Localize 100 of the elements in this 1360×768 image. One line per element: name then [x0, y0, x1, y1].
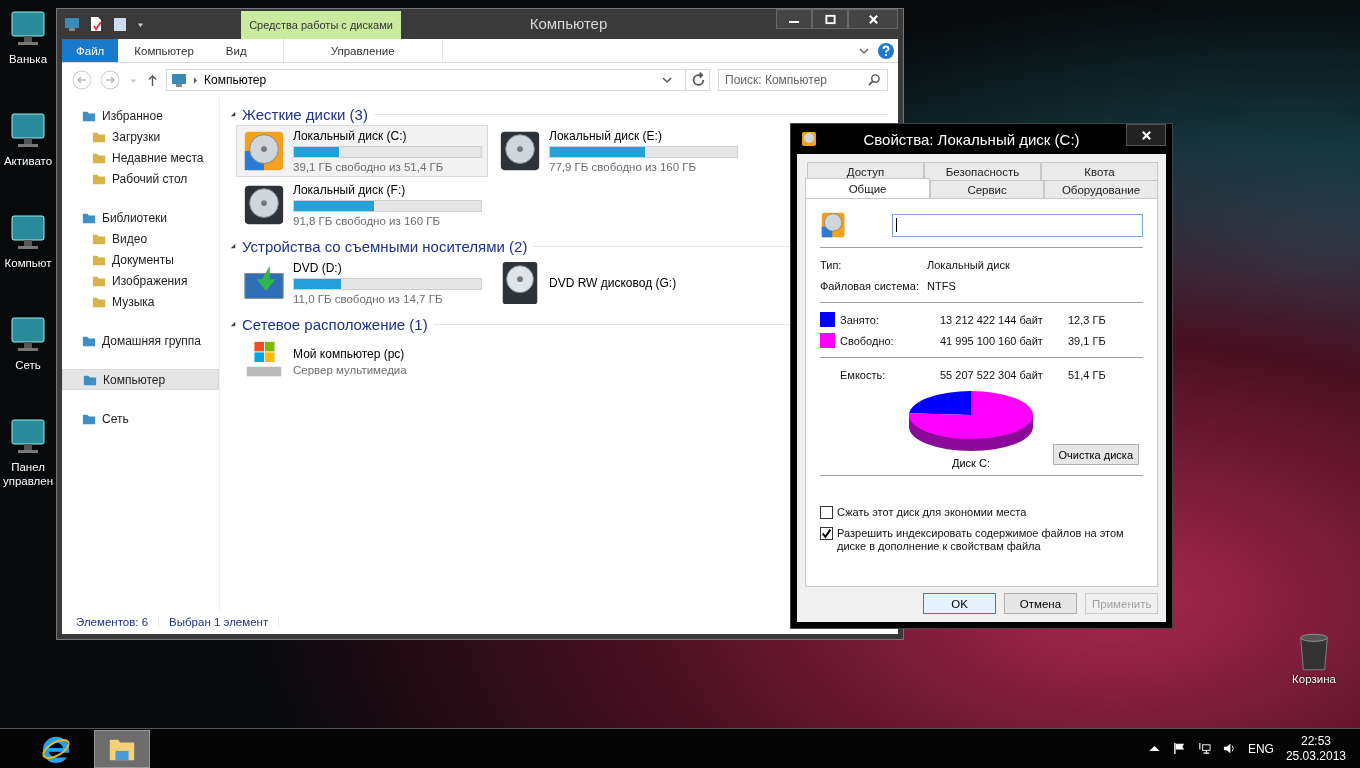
close-icon: [867, 13, 879, 25]
nav-item[interactable]: Изображения: [62, 270, 219, 291]
desktop-icon-label[interactable]: Сеть: [0, 358, 56, 372]
property-value: NTFS: [927, 279, 956, 292]
drive-name: Мой компьютер (pc): [293, 346, 406, 361]
dialog-button[interactable]: OK: [923, 593, 996, 614]
capacity-label: Емкость:: [839, 368, 887, 381]
usage-bytes: 41 995 100 160 байт: [940, 334, 1044, 347]
address-bar[interactable]: Компьютер: [166, 69, 710, 91]
drive-name: Локальный диск (E:): [549, 129, 663, 143]
nav-item[interactable]: Недавние места: [62, 147, 219, 168]
checkbox[interactable]: [820, 506, 833, 519]
property-value: Локальный диск: [927, 258, 1010, 271]
desktop-icon-label[interactable]: Компьют: [0, 256, 56, 270]
nav-item[interactable]: Видео: [62, 228, 219, 249]
drive-tile[interactable]: Мой компьютер (pc) Сервер мультимедиа: [236, 335, 488, 387]
help-icon[interactable]: [878, 42, 894, 59]
folder-taskbar-button[interactable]: [94, 729, 150, 768]
dialog-tab[interactable]: Безопасность: [924, 162, 1041, 180]
collapse-triangle-icon[interactable]: [230, 111, 236, 117]
refresh-icon[interactable]: [685, 70, 707, 90]
context-tab-group: Средства работы с дисками: [241, 11, 401, 39]
usage-label: Занято:: [839, 313, 880, 326]
collapse-triangle-icon[interactable]: [230, 321, 236, 327]
maximize-icon: [824, 13, 836, 25]
dialog-tab[interactable]: Сервис: [930, 180, 1045, 198]
property-label: Тип:: [820, 258, 843, 271]
computer-icon: [171, 72, 187, 88]
flag-icon[interactable]: [1172, 742, 1186, 755]
drive-tile[interactable]: Локальный диск (F:) 91,8 ГБ свободно из 160 ГБ: [236, 179, 488, 231]
breadcrumb-arrow-icon[interactable]: [193, 76, 198, 84]
nav-item[interactable]: Рабочий стол: [62, 168, 219, 189]
disk-cleanup-button[interactable]: Очистка диска: [1052, 444, 1139, 465]
usage-size: 12,3 ГБ: [1068, 313, 1106, 326]
trash-bin-icon[interactable]: [1298, 632, 1330, 672]
maximize-button[interactable]: [812, 9, 848, 29]
nav-item[interactable]: Сеть: [62, 408, 219, 429]
pie-caption: Диск C:: [952, 457, 990, 469]
desktop-icon-label[interactable]: Ванька: [0, 52, 56, 66]
dialog-tab[interactable]: Общие: [805, 178, 931, 198]
search-icon: [868, 73, 881, 86]
nav-item[interactable]: Документы: [62, 249, 219, 270]
minimize-icon: [789, 21, 799, 23]
checkbox-label[interactable]: Разрешить индексировать содержимое файлов на этом диске в дополнение к свойствам файла: [837, 527, 1137, 553]
drive-free-space: 39,1 ГБ свободно из 51,4 ГБ: [293, 161, 445, 173]
drive-name: Локальный диск (F:): [293, 183, 407, 197]
computer-icon[interactable]: [64, 16, 80, 32]
clock-time[interactable]: 22:53: [1300, 733, 1331, 749]
up-arrow-icon[interactable]: [147, 73, 158, 87]
close-icon: [1140, 129, 1152, 141]
usage-bytes: 13 212 422 144 байт: [940, 313, 1044, 326]
dialog-tab[interactable]: Оборудование: [1044, 180, 1158, 198]
ribbon-tab[interactable]: Управление: [282, 39, 443, 62]
nav-item[interactable]: Загрузки: [62, 126, 219, 147]
close-button[interactable]: [1126, 124, 1166, 146]
drive-tile[interactable]: DVD RW дисковод (G:): [492, 257, 744, 309]
collapse-triangle-icon[interactable]: [230, 243, 236, 249]
capacity-bytes: 55 207 522 304 байт: [940, 368, 1044, 381]
speaker-icon[interactable]: [1222, 742, 1236, 755]
nav-item[interactable]: Музыка: [62, 291, 219, 312]
nav-item[interactable]: Домашняя группа: [62, 330, 219, 351]
usage-label: Свободно:: [839, 334, 895, 347]
drive-label-field[interactable]: [892, 213, 1143, 237]
window-title: Компьютер: [528, 14, 609, 34]
address-path[interactable]: Компьютер: [204, 73, 267, 87]
drive-free-space: Сервер мультимедиа: [293, 363, 407, 376]
drive-tile[interactable]: Локальный диск (E:) 77,9 ГБ свободно из 160 ГБ: [492, 125, 744, 177]
minimize-button[interactable]: [776, 9, 812, 29]
group-header[interactable]: Сетевое расположение (1): [242, 315, 428, 333]
nav-item[interactable]: Библиотеки: [62, 207, 219, 228]
chevron-down-icon[interactable]: [661, 74, 673, 86]
nav-item[interactable]: Избранное: [62, 105, 219, 126]
drive-tile[interactable]: Локальный диск (C:) 39,1 ГБ свободно из 51,4 ГБ: [236, 125, 488, 177]
group-header[interactable]: Устройства со съемными носителями (2): [242, 237, 528, 255]
checkbox[interactable]: [820, 527, 833, 540]
status-text: Выбран 1 элемент: [169, 616, 280, 628]
close-button[interactable]: [848, 9, 898, 29]
document-icon[interactable]: [88, 16, 104, 32]
nav-item[interactable]: Компьютер: [62, 369, 219, 390]
search-field[interactable]: Поиск: Компьютер: [718, 69, 888, 91]
drive-name: DVD (D:): [293, 261, 343, 275]
drive-name: Локальный диск (C:): [293, 129, 408, 143]
network-icon[interactable]: [1197, 742, 1211, 755]
drive-name: DVD RW дисковод (G:): [549, 276, 677, 290]
drive-free-space: 11,0 ГБ свободно из 14,7 ГБ: [293, 293, 444, 305]
drive-tile[interactable]: DVD (D:) 11,0 ГБ свободно из 14,7 ГБ: [236, 257, 488, 309]
desktop-icon-label[interactable]: Панел управлен: [0, 460, 56, 488]
dialog-button[interactable]: Отмена: [1004, 593, 1077, 614]
ribbon-tab[interactable]: Файл: [62, 39, 119, 62]
drive-free-space: 91,8 ГБ свободно из 160 ГБ: [293, 215, 442, 227]
language-indicator[interactable]: ENG: [1247, 741, 1274, 756]
hard-drive-icon: [801, 131, 817, 147]
desktop-icon-label[interactable]: Корзина: [1292, 672, 1336, 686]
clock-date[interactable]: 25.03.2013: [1285, 748, 1346, 764]
desktop-icon-label[interactable]: Активато: [0, 154, 56, 168]
status-text: Элементов: 6: [76, 616, 160, 628]
group-header[interactable]: Жесткие диски (3): [242, 105, 368, 123]
dialog-tab[interactable]: Квота: [1041, 162, 1158, 180]
checkbox-label[interactable]: Сжать этот диск для экономии места: [837, 506, 1137, 519]
property-label: Файловая система:: [820, 279, 921, 292]
